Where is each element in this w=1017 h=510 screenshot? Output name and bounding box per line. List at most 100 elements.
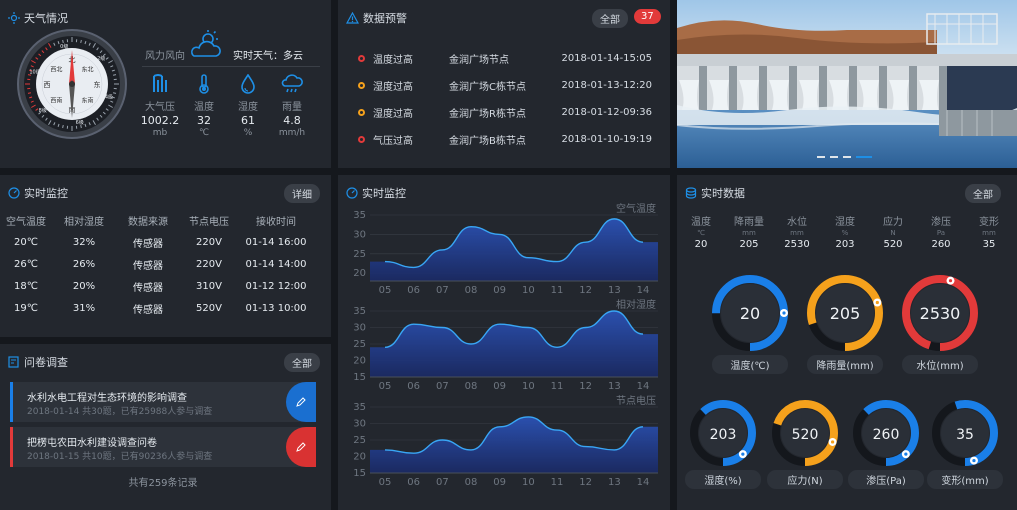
compass-direction: 西 (44, 81, 51, 89)
monitor-detail-button[interactable]: 详细 (284, 184, 320, 203)
table-cell: 01-13 10:00 (245, 302, 307, 314)
gauge-value: 2530 (920, 304, 961, 323)
pressure-icon (153, 74, 167, 92)
carousel-dot[interactable] (856, 156, 872, 158)
gauge-caption: 水位(mm) (902, 355, 978, 374)
weather-temperature: 温度 32 ℃ (182, 74, 226, 138)
survey-edit-button[interactable] (286, 382, 316, 422)
x-tick-label: 06 (407, 381, 420, 392)
survey-panel: 问卷调查 全部 水利水电工程对生态环境的影响调查 2018-01-14 共30题… (0, 344, 331, 510)
y-tick-label: 20 (353, 356, 366, 367)
x-tick-label: 07 (436, 381, 449, 392)
chart-title: 节点电压 (616, 394, 656, 407)
x-tick-label: 14 (637, 381, 650, 392)
weather-pressure: 大气压 1002.2 mb (138, 74, 182, 138)
y-tick-label: 25 (353, 249, 366, 260)
table-cell: 310V (196, 280, 222, 292)
chart-title: 相对湿度 (616, 298, 656, 311)
table-cell: 传感器 (133, 282, 163, 294)
table-cell: 传感器 (133, 260, 163, 272)
survey-card[interactable]: 水利水电工程对生态环境的影响调查 2018-01-14 共30题，已有25988… (10, 382, 316, 422)
table-row[interactable]: 20℃ 32% 传感器 220V 01-14 16:00 (0, 231, 331, 253)
alert-status-icon (358, 108, 365, 116)
y-tick-label: 25 (353, 339, 366, 350)
x-tick-label: 13 (608, 477, 621, 488)
y-tick-label: 15 (353, 468, 366, 479)
alert-row[interactable]: 气压过高 金润广场B栋节点 2018-01-10-19:19 (358, 131, 652, 147)
carousel-dot[interactable] (817, 156, 825, 158)
table-cell: 传感器 (133, 304, 163, 316)
gauge-icon (8, 187, 20, 199)
alert-status-icon (358, 54, 365, 62)
circular-gauge: 35 (932, 400, 998, 466)
x-tick-label: 10 (522, 477, 535, 488)
table-cell: 传感器 (133, 238, 163, 250)
table-header: 空气温度 相对湿度 数据来源 节点电压 接收时间 (0, 209, 331, 231)
table-cell: 31% (72, 302, 96, 314)
y-tick-label: 25 (353, 435, 366, 446)
alerts-count-badge: 37 (634, 9, 661, 24)
wind-label: 风力风向 (145, 51, 185, 62)
gauge-caption: 湿度(%) (685, 470, 761, 489)
carousel-dot[interactable] (843, 156, 851, 158)
table-cell: 220V (196, 236, 222, 248)
survey-edit-button[interactable] (286, 427, 316, 467)
sun-icon (8, 12, 20, 24)
x-tick-label: 08 (465, 381, 478, 392)
y-tick-label: 20 (353, 268, 366, 279)
alert-row[interactable]: 温度过高 金润广场节点 2018-01-14-15:05 (358, 50, 652, 66)
gauge-value: 260 (873, 427, 900, 443)
x-tick-label: 09 (493, 381, 506, 392)
table-cell: 26% (72, 258, 96, 270)
wind-level-label: 2级 (97, 55, 105, 62)
table-cell: 19℃ (14, 302, 38, 314)
alerts-all-button[interactable]: 全部 (592, 9, 628, 28)
table-cell: 26℃ (14, 258, 38, 270)
gauge-value: 520 (792, 427, 819, 443)
alerts-panel: 数据预警 全部 37 温度过高 金润广场节点 2018-01-14-15:05 湿度过… (338, 0, 670, 168)
droplet-icon (241, 73, 255, 94)
alert-row[interactable]: 湿度过高 金润广场R栋节点 2018-01-12-09:36 (358, 104, 652, 120)
carousel-dot[interactable] (830, 156, 838, 158)
table-row[interactable]: 18℃ 20% 传感器 310V 01-12 12:00 (0, 275, 331, 297)
y-tick-label: 30 (353, 229, 366, 240)
x-tick-label: 13 (608, 381, 621, 392)
compass-direction: 东 (94, 80, 101, 89)
gauge-caption: 渗压(Pa) (848, 470, 924, 489)
x-tick-label: 10 (522, 285, 535, 296)
dam-photo (677, 0, 1017, 168)
x-tick-label: 09 (493, 285, 506, 296)
x-tick-label: 05 (379, 381, 392, 392)
monitor-table-title: 实时监控 (8, 185, 68, 201)
survey-icon (8, 356, 19, 368)
survey-card[interactable]: 把楞屯农田水利建设调查问卷 2018-01-15 共10题，已有90236人参与… (10, 427, 316, 467)
circular-gauge: 205 (807, 275, 883, 351)
alert-type: 温度过高 (373, 54, 413, 66)
table-row[interactable]: 19℃ 31% 传感器 520V 01-13 10:00 (0, 297, 331, 319)
table-cell: 220V (196, 258, 222, 270)
wind-level-label: 8级 (39, 107, 47, 114)
survey-title: 问卷调查 (8, 354, 68, 370)
wind-level-label: 4级 (105, 93, 113, 100)
chart-title: 空气温度 (616, 202, 656, 215)
monitor-table-panel: 实时监控 详细 空气温度 相对湿度 数据来源 节点电压 接收时间 20℃ 32% 传感器 220… (0, 175, 331, 337)
area-chart: 35 30 25 20 15 05 06 07 08 09 10 11 12 13 14 相对湿度 (353, 298, 658, 392)
weather-humidity: 湿度 61 % (226, 73, 270, 138)
alert-row[interactable]: 湿度过高 金润广场C栋节点 2018-01-13-12:20 (358, 77, 652, 93)
y-tick-label: 20 (353, 452, 366, 463)
compass-direction: 西南 (50, 97, 62, 105)
gauge-caption: 应力(N) (767, 470, 843, 489)
alerts-title: 数据预警 (346, 10, 407, 26)
table-cell: 520V (196, 302, 222, 314)
gauge-caption: 变形(mm) (927, 470, 1003, 489)
survey-all-button[interactable]: 全部 (284, 353, 320, 372)
survey-record-count: 共有259条记录 (128, 478, 198, 489)
x-tick-label: 08 (465, 477, 478, 488)
rain-cloud-icon (281, 74, 303, 93)
y-tick-label: 35 (353, 306, 366, 317)
weather-panel: 天气情况 北东北东东南南西南西西北 0级2级4级6级8级10级 风力风向 实时天… (0, 0, 331, 168)
alert-status-icon (358, 81, 365, 89)
dam-image-carousel[interactable] (677, 0, 1017, 168)
table-row[interactable]: 26℃ 26% 传感器 220V 01-14 14:00 (0, 253, 331, 275)
compass-direction: 西北 (50, 65, 62, 73)
